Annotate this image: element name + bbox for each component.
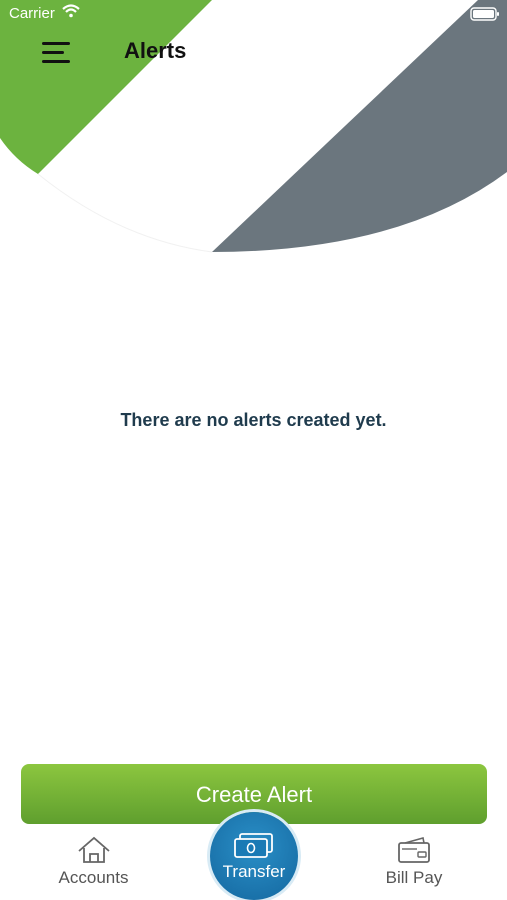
header-background-art — [0, 0, 507, 253]
status-bar: Carrier — [0, 0, 507, 28]
wallet-icon — [398, 836, 430, 863]
wifi-icon — [62, 4, 80, 18]
tab-accounts[interactable]: Accounts — [46, 824, 141, 900]
tab-accounts-label: Accounts — [58, 868, 129, 887]
tab-transfer[interactable]: Transfer — [210, 812, 298, 900]
menu-icon[interactable] — [40, 40, 72, 66]
money-icon — [234, 833, 273, 858]
tab-bill-pay[interactable]: Bill Pay — [370, 824, 458, 900]
tab-bill-pay-label: Bill Pay — [385, 868, 443, 887]
page-title: Alerts — [124, 38, 187, 63]
empty-state-message: There are no alerts created yet. — [120, 410, 387, 430]
tab-transfer-label: Transfer — [222, 862, 286, 881]
battery-icon — [470, 7, 499, 21]
home-icon — [77, 836, 110, 863]
carrier-label: Carrier — [9, 5, 55, 22]
